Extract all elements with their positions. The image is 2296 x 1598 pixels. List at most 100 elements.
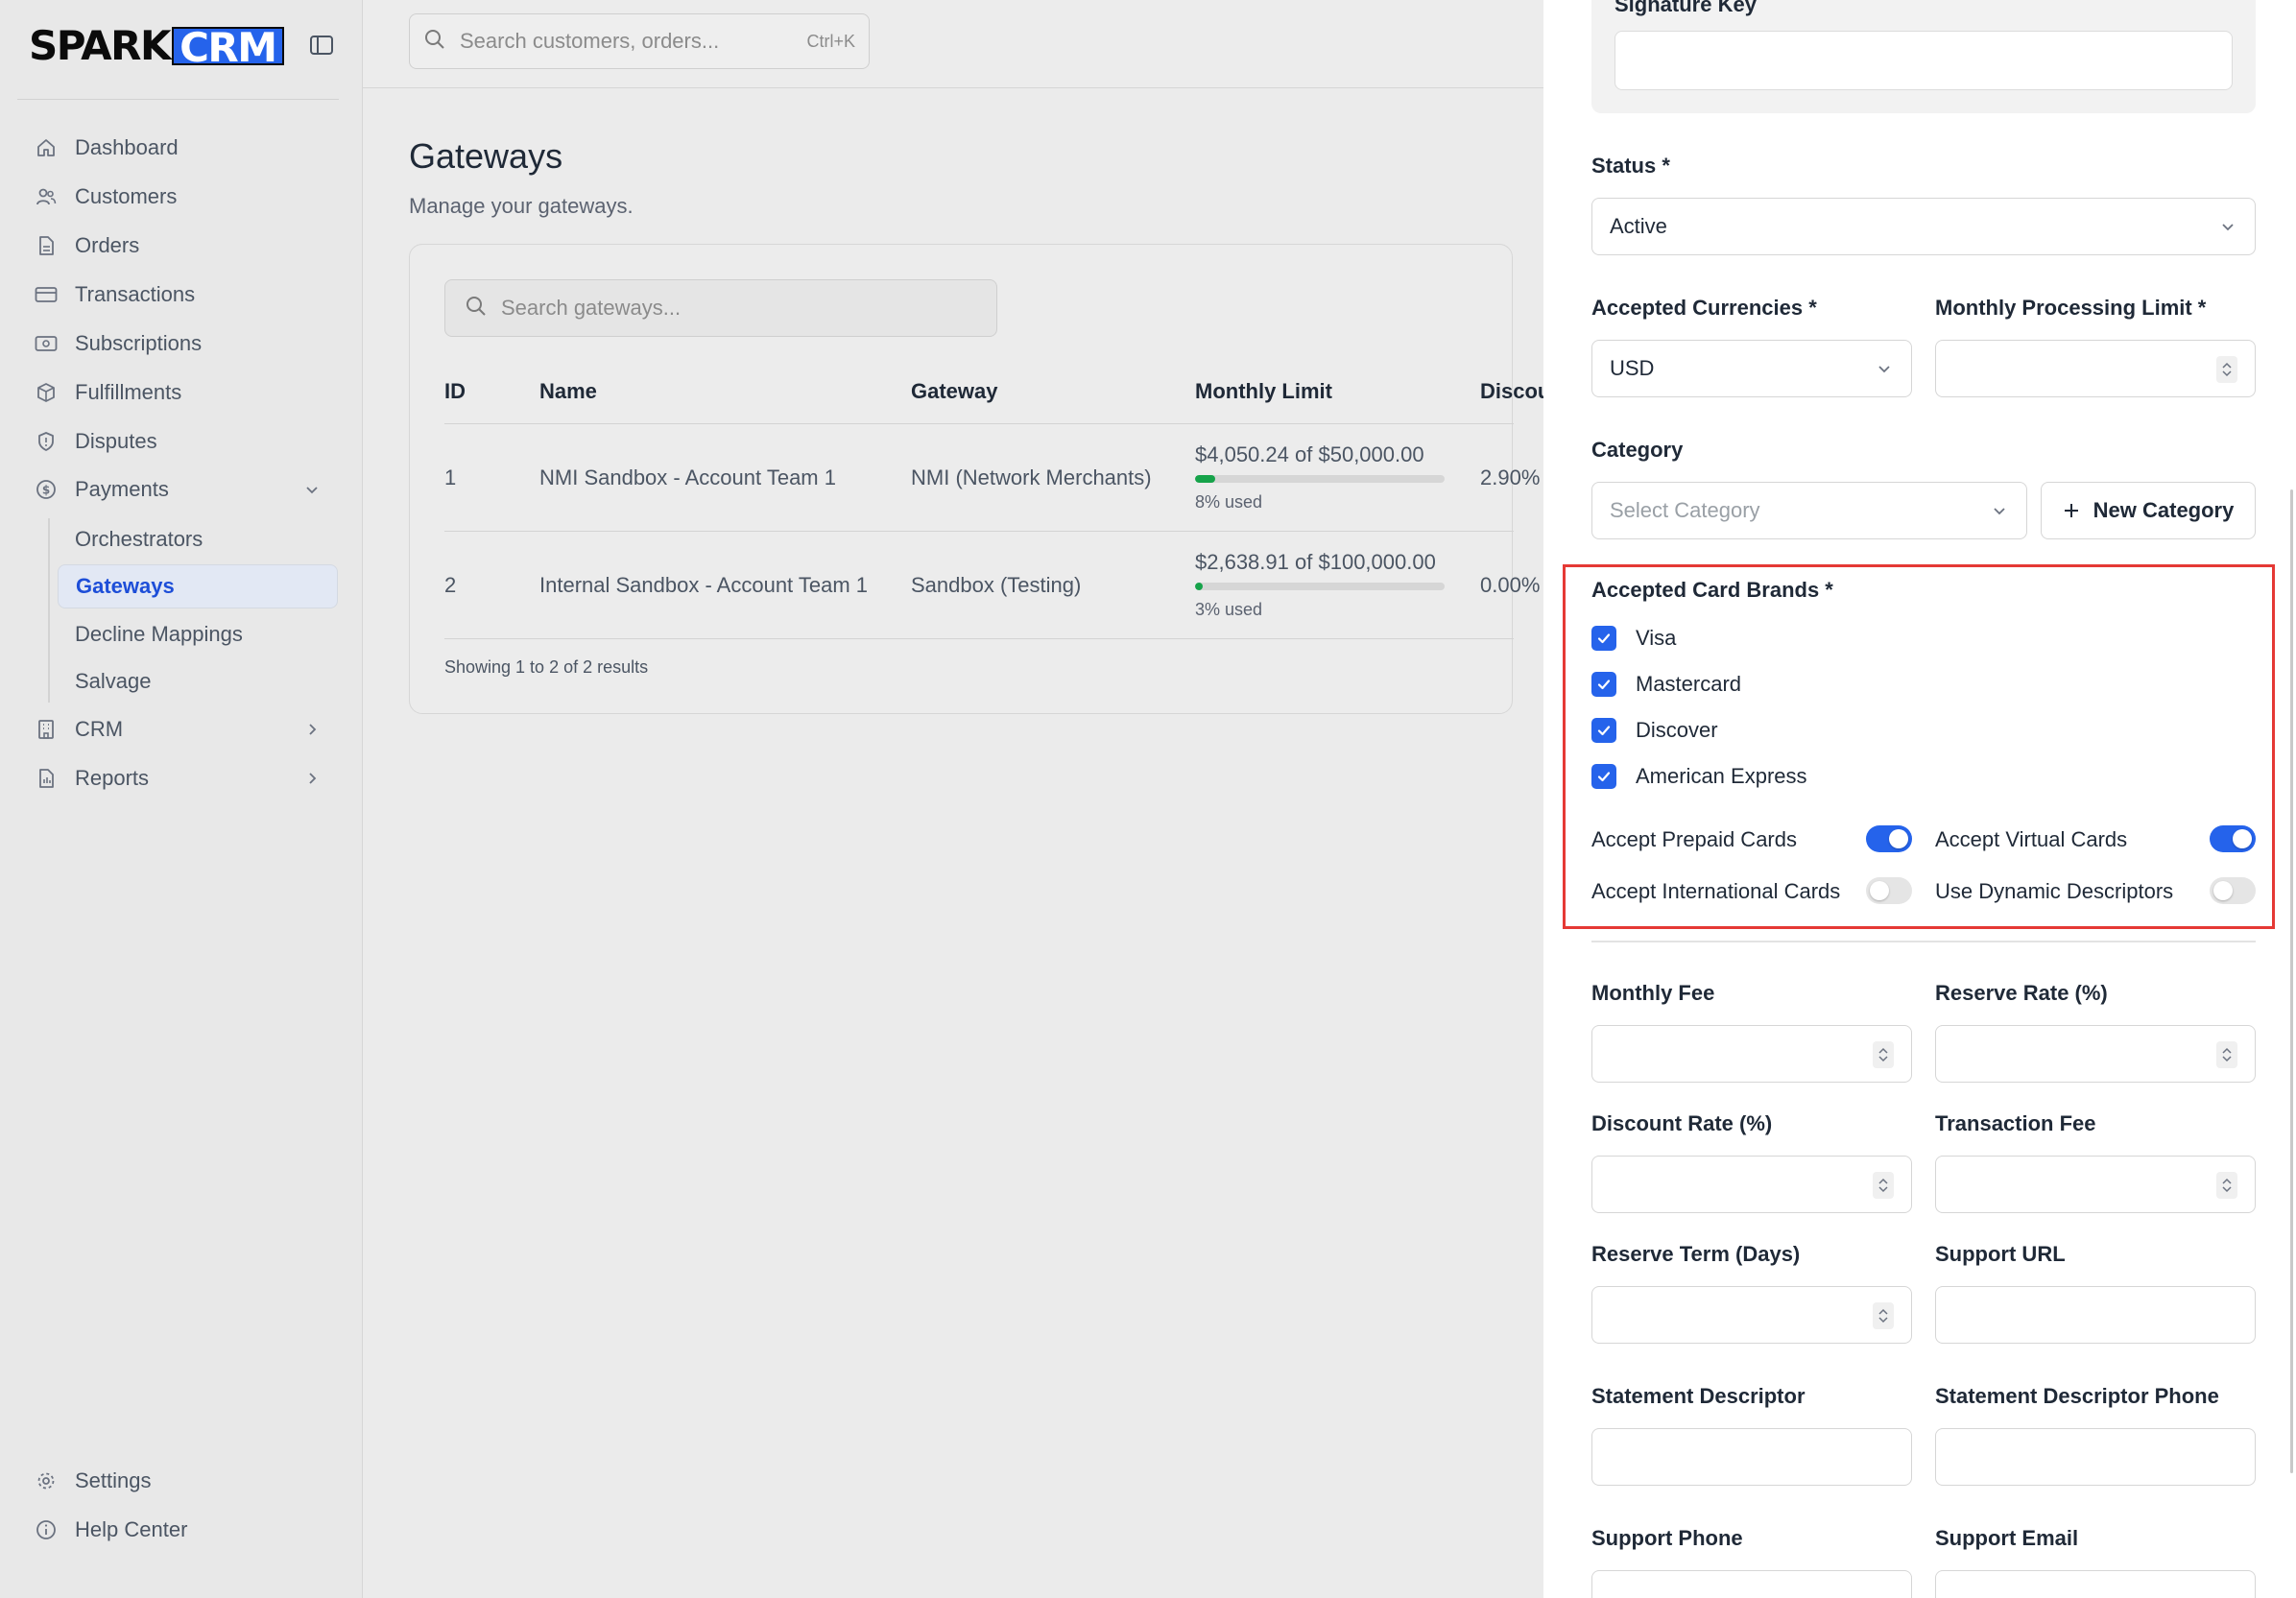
sidebar-item-label: Transactions <box>75 282 196 306</box>
usage-progress-bar <box>1195 475 1445 483</box>
sidebar-item-label: Dashboard <box>75 135 179 159</box>
card-brand-label: Visa <box>1636 626 1677 650</box>
sidebar-item-orders[interactable]: Orders <box>35 227 338 265</box>
status-label: Status * <box>1591 154 1670 178</box>
discount-rate-input[interactable] <box>1591 1156 1912 1213</box>
card-brand-label: Mastercard <box>1636 672 1742 696</box>
limit-amount: $50,000.00 <box>1318 442 1424 466</box>
reserve-term-input[interactable] <box>1591 1286 1912 1344</box>
statement-descriptor-input[interactable] <box>1591 1428 1912 1486</box>
usage-progress-bar <box>1195 583 1445 590</box>
sidebar-item-dashboard[interactable]: Dashboard <box>35 129 338 167</box>
sidebar-subitem-orchestrators[interactable]: Orchestrators <box>58 517 338 561</box>
credit-card-icon <box>35 283 58 306</box>
support-url-input[interactable] <box>1935 1286 2256 1344</box>
transaction-fee-input[interactable] <box>1935 1156 2256 1213</box>
accept-international-cards-toggle[interactable] <box>1866 877 1912 904</box>
accepted-currencies-select[interactable]: USD <box>1591 340 1912 397</box>
accept-international-cards-label: Accept International Cards <box>1591 879 1841 903</box>
card-brand-discover[interactable]: Discover <box>1591 716 1718 745</box>
sidebar-subitem-decline-mappings[interactable]: Decline Mappings <box>58 612 338 656</box>
sidebar-subitem-gateways[interactable]: Gateways <box>58 564 338 608</box>
category-select[interactable]: Select Category <box>1591 482 2027 539</box>
column-header-gateway[interactable]: Gateway <box>911 379 998 404</box>
card-brand-visa[interactable]: Visa <box>1591 624 1676 653</box>
report-icon <box>35 767 58 790</box>
monthly-fee-label: Monthly Fee <box>1591 981 1715 1005</box>
accept-prepaid-cards-toggle[interactable] <box>1866 825 1912 852</box>
checkbox-checked-icon[interactable] <box>1591 764 1616 789</box>
toggle-knob <box>1889 829 1908 848</box>
sidebar-panel-icon <box>309 34 334 61</box>
accepted-card-brands-label: Accepted Card Brands * <box>1591 578 1833 602</box>
reserve-rate-label: Reserve Rate (%) <box>1935 981 2108 1005</box>
new-category-button[interactable]: New Category <box>2041 482 2256 539</box>
logo-row: SPARK CRM <box>29 22 336 69</box>
number-stepper-icon[interactable] <box>1873 1172 1894 1199</box>
usage-progress-fill <box>1195 583 1203 590</box>
drawer-scrollbar[interactable] <box>2290 489 2293 1473</box>
checkbox-checked-icon[interactable] <box>1591 718 1616 743</box>
brand-word-spark: SPARK <box>29 22 172 69</box>
cell-id: 1 <box>444 465 457 489</box>
sidebar-item-customers[interactable]: Customers <box>35 178 338 216</box>
column-header-name[interactable]: Name <box>539 379 597 404</box>
card-brand-label: American Express <box>1636 764 1807 788</box>
column-header-id[interactable]: ID <box>444 379 466 404</box>
new-category-label: New Category <box>2093 498 2235 522</box>
global-search-input[interactable]: Search customers, orders... Ctrl+K <box>409 13 870 69</box>
reserve-term-label: Reserve Term (Days) <box>1591 1242 1801 1266</box>
support-email-label: Support Email <box>1935 1526 2079 1550</box>
card-brand-mastercard[interactable]: Mastercard <box>1591 670 1741 699</box>
of-word: of <box>1295 442 1313 466</box>
monthly-fee-input[interactable] <box>1591 1025 1912 1083</box>
sidebar-item-crm[interactable]: CRM <box>35 710 338 749</box>
monthly-processing-limit-input[interactable] <box>1935 340 2256 397</box>
number-stepper-icon[interactable] <box>2216 356 2237 383</box>
gateway-search-input[interactable]: Search gateways... <box>444 279 997 337</box>
sidebar-item-settings[interactable]: Settings <box>35 1462 338 1500</box>
used-amount: $2,638.91 <box>1195 550 1289 574</box>
status-select[interactable]: Active <box>1591 198 2256 255</box>
brand-logo[interactable]: SPARK CRM <box>29 22 284 69</box>
sidebar-item-disputes[interactable]: Disputes <box>35 422 338 461</box>
sidebar-item-label: Help Center <box>75 1517 188 1541</box>
plus-icon <box>2063 502 2080 519</box>
use-dynamic-descriptors-toggle[interactable] <box>2210 877 2256 904</box>
sidebar-item-fulfillments[interactable]: Fulfillments <box>35 373 338 412</box>
number-stepper-icon[interactable] <box>1873 1302 1894 1329</box>
sidebar-item-label: Disputes <box>75 429 157 453</box>
usage-progress-fill <box>1195 475 1215 483</box>
discount-rate-label: Discount Rate (%) <box>1591 1111 1773 1135</box>
card-brand-american-express[interactable]: American Express <box>1591 762 1807 791</box>
sidebar-toggle-button[interactable] <box>307 33 336 61</box>
accept-virtual-cards-toggle[interactable] <box>2210 825 2256 852</box>
column-header-discount[interactable]: Discou <box>1480 379 1550 404</box>
toggle-knob <box>1870 881 1889 900</box>
support-phone-label: Support Phone <box>1591 1526 1743 1550</box>
sidebar-item-subscriptions[interactable]: Subscriptions <box>35 324 338 363</box>
page-subtitle: Manage your gateways. <box>409 194 634 218</box>
reserve-rate-input[interactable] <box>1935 1025 2256 1083</box>
number-stepper-icon[interactable] <box>2216 1041 2237 1068</box>
statement-descriptor-phone-input[interactable] <box>1935 1428 2256 1486</box>
package-icon <box>35 381 58 404</box>
sidebar-item-help-center[interactable]: Help Center <box>35 1511 338 1549</box>
support-phone-input[interactable] <box>1591 1570 1912 1598</box>
search-icon <box>423 28 446 56</box>
number-stepper-icon[interactable] <box>2216 1172 2237 1199</box>
checkbox-checked-icon[interactable] <box>1591 672 1616 697</box>
sidebar-item-payments[interactable]: $ Payments <box>35 470 338 509</box>
sidebar-item-reports[interactable]: Reports <box>35 759 338 798</box>
signature-key-input[interactable] <box>1614 31 2233 90</box>
support-email-input[interactable] <box>1935 1570 2256 1598</box>
currency-value: USD <box>1610 356 1655 380</box>
checkbox-checked-icon[interactable] <box>1591 626 1616 651</box>
sidebar-subitem-salvage[interactable]: Salvage <box>58 659 338 704</box>
column-header-monthly-limit[interactable]: Monthly Limit <box>1195 379 1332 404</box>
sidebar-item-transactions[interactable]: Transactions <box>35 275 338 314</box>
home-icon <box>35 136 58 159</box>
brand-word-crm: CRM <box>172 27 284 68</box>
number-stepper-icon[interactable] <box>1873 1041 1894 1068</box>
users-icon <box>35 185 58 208</box>
